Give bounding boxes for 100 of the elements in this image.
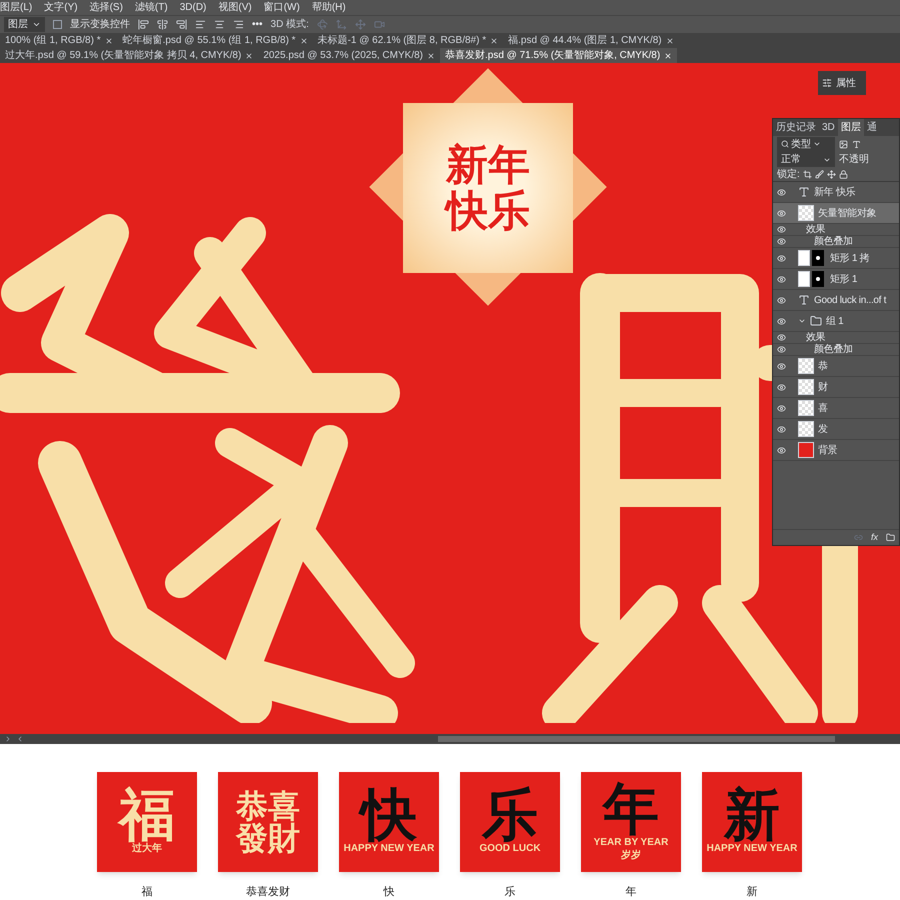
text-filter-icon[interactable] <box>852 140 861 148</box>
layer-row[interactable]: 财 <box>773 377 899 398</box>
image-filter-icon[interactable] <box>839 140 848 148</box>
menu-item[interactable]: 视图(V) <box>218 0 252 15</box>
expand-icon[interactable] <box>4 734 12 742</box>
layer-row[interactable]: 矩形 1 拷 <box>773 248 899 269</box>
layer-row[interactable]: 矢量智能对象 <box>773 203 899 224</box>
menu-item[interactable]: 文字(Y) <box>44 0 78 15</box>
align-icon[interactable] <box>233 19 244 30</box>
align-icon[interactable] <box>195 19 206 30</box>
poster-thumbnail[interactable]: 恭喜 發財 <box>218 772 318 872</box>
poster-thumbnail[interactable]: 年 YEAR BY YEAR 岁岁 <box>581 772 681 872</box>
menu-item[interactable]: 选择(S) <box>90 0 123 15</box>
eye-icon[interactable] <box>777 404 786 412</box>
eye-icon[interactable] <box>777 446 786 454</box>
eye-icon[interactable] <box>777 208 786 218</box>
menu-item[interactable]: 滤镜(T) <box>134 0 168 15</box>
layer-row[interactable]: 效果 <box>773 224 899 236</box>
close-icon[interactable] <box>300 36 308 44</box>
layer-thumbnail <box>798 250 826 266</box>
eye-icon[interactable] <box>777 254 786 262</box>
eye-icon[interactable] <box>777 237 786 246</box>
poster-thumbnail[interactable]: 福 过大年 <box>97 772 197 872</box>
layer-row[interactable]: 组 1 <box>773 311 899 332</box>
scrollbar-thumb[interactable] <box>438 736 835 742</box>
target-dropdown[interactable]: 图层 <box>4 17 45 32</box>
layer-thumbnail <box>798 205 814 221</box>
layer-thumbnail <box>798 379 814 395</box>
opacity-label: 不透明 <box>839 152 869 167</box>
menu-item[interactable]: 图层(L) <box>0 0 32 15</box>
menu-item[interactable]: 帮助(H) <box>312 0 346 15</box>
panel-tab[interactable]: 图层 <box>838 119 864 136</box>
more-button[interactable]: ••• <box>252 17 263 32</box>
poster-caption: 岁岁 <box>621 850 641 862</box>
panel-tab[interactable]: 通 <box>864 119 880 136</box>
layer-name: 新年 快乐 <box>814 186 856 200</box>
thumbnail-label: 乐 <box>504 884 516 900</box>
menu-item[interactable]: 3D(D) <box>180 0 206 15</box>
eye-icon[interactable] <box>777 316 786 326</box>
layer-row[interactable]: 背景 <box>773 440 899 461</box>
eye-icon[interactable] <box>777 225 786 234</box>
close-icon[interactable] <box>245 52 254 60</box>
layer-row[interactable]: 喜 <box>773 398 899 419</box>
document-tab[interactable]: 福.psd @ 44.4% (图层 1, CMYK/8) <box>503 33 679 48</box>
filter-dropdown[interactable]: 类型 <box>777 136 835 152</box>
align-icon[interactable] <box>214 19 225 30</box>
eye-icon[interactable] <box>777 382 786 392</box>
poster-character: 發財 <box>236 822 300 854</box>
layer-row[interactable]: 恭 <box>773 356 899 377</box>
document-tab[interactable]: 过大年.psd @ 59.1% (矢量智能对象 拷贝 4, CMYK/8) <box>0 48 258 63</box>
poster-caption: YEAR BY YEAR <box>594 837 668 850</box>
blend-mode-dropdown[interactable]: 正常 <box>777 152 835 167</box>
eye-icon[interactable] <box>777 274 786 284</box>
document-tab[interactable]: 未标题-1 @ 62.1% (图层 8, RGB/8#) * <box>312 33 504 48</box>
effects-button[interactable]: fx <box>870 530 878 544</box>
eye-icon[interactable] <box>777 333 786 342</box>
poster-caption: GOOD LUCK <box>479 843 541 856</box>
caret-icon[interactable] <box>798 317 806 325</box>
close-icon[interactable] <box>490 36 498 44</box>
poster-thumbnail[interactable]: 乐 GOOD LUCK <box>460 772 560 872</box>
panel-tab[interactable]: 3D <box>819 119 838 136</box>
poster-thumbnail[interactable]: 新 HAPPY NEW YEAR <box>702 772 802 872</box>
layer-row[interactable]: Good luck in...of t <box>773 290 899 311</box>
checkbox[interactable] <box>53 20 62 29</box>
align-icon[interactable] <box>176 19 187 30</box>
layer-row[interactable]: 发 <box>773 419 899 440</box>
panel-tab[interactable]: 历史记录 <box>773 119 819 136</box>
properties-panel[interactable]: 属性 <box>818 71 866 95</box>
align-icon[interactable] <box>157 19 168 30</box>
eye-icon[interactable] <box>777 188 786 196</box>
align-icon[interactable] <box>138 19 149 30</box>
lock-option-icon[interactable] <box>826 170 836 178</box>
layer-row[interactable]: 颜色叠加 <box>773 236 899 248</box>
lock-label: 锁定: <box>777 168 800 182</box>
close-icon[interactable] <box>104 36 113 44</box>
collapse-icon[interactable] <box>16 734 24 742</box>
lock-option-icon[interactable] <box>802 170 812 178</box>
eye-icon[interactable] <box>777 345 786 354</box>
document-tab[interactable]: 蛇年橱窗.psd @ 55.1% (组 1, RGB/8) * <box>118 33 313 48</box>
lock-option-icon[interactable] <box>838 170 848 178</box>
eye-icon[interactable] <box>777 296 786 304</box>
poster-thumbnail[interactable]: 快 HAPPY NEW YEAR <box>339 772 439 872</box>
layer-row[interactable]: 矩形 1 <box>773 269 899 290</box>
document-tab[interactable]: 恭喜发财.psd @ 71.5% (矢量智能对象, CMYK/8) <box>440 48 678 63</box>
menu-item[interactable]: 窗口(W) <box>264 0 300 15</box>
close-icon[interactable] <box>427 52 435 60</box>
thumbnail-label: 福 <box>142 884 152 900</box>
layer-name: 颜色叠加 <box>814 234 853 249</box>
lock-option-icon[interactable] <box>814 170 824 178</box>
document-tab[interactable]: 2025.psd @ 53.7% (2025, CMYK/8) <box>258 48 440 63</box>
eye-icon[interactable] <box>777 424 786 434</box>
layer-row[interactable]: 效果 <box>773 332 899 344</box>
new-group-icon[interactable] <box>886 533 895 542</box>
eye-icon[interactable] <box>777 362 786 370</box>
document-tab[interactable]: 100% (组 1, RGB/8) * <box>0 33 118 48</box>
poster-character: 福 <box>119 787 175 844</box>
layer-name: Good luck in...of t <box>814 294 886 308</box>
layer-name: 喜 <box>818 402 828 416</box>
close-icon[interactable] <box>666 36 674 44</box>
layer-row[interactable]: 颜色叠加 <box>773 344 899 356</box>
